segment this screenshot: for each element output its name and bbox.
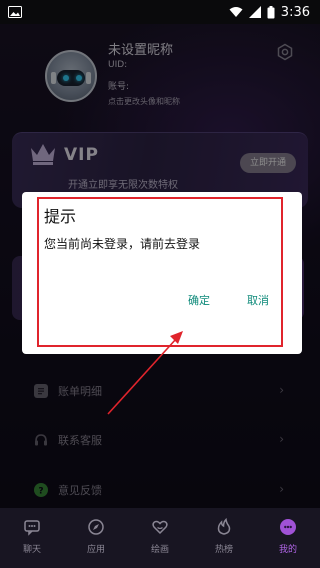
- nav-item-chat[interactable]: 聊天: [0, 508, 64, 568]
- nav-label: 热榜: [214, 545, 233, 555]
- nav-label: 绘画: [150, 545, 169, 555]
- nav-item-apps[interactable]: 应用: [64, 508, 128, 568]
- nav-label: 我的: [278, 545, 297, 555]
- wifi-icon: [229, 6, 243, 18]
- bottom-nav: 聊天 应用 绘画 热榜 我的: [0, 508, 320, 568]
- nav-item-trending[interactable]: 热榜: [192, 508, 256, 568]
- flame-icon: [215, 518, 233, 536]
- annotation-highlight-box: [37, 197, 283, 347]
- image-icon: [8, 6, 22, 18]
- nav-item-mine[interactable]: 我的: [256, 508, 320, 568]
- nav-item-draw[interactable]: 绘画: [128, 508, 192, 568]
- compass-icon: [87, 518, 105, 536]
- battery-icon: [267, 5, 275, 19]
- nav-label: 应用: [86, 545, 105, 555]
- nav-label: 聊天: [22, 545, 41, 555]
- status-time: 3:36: [280, 4, 310, 20]
- heart-icon: [151, 518, 169, 536]
- status-bar: 3:36: [0, 0, 320, 24]
- signal-icon: [248, 6, 261, 18]
- profile-icon: [279, 518, 297, 536]
- chat-icon: [23, 518, 41, 536]
